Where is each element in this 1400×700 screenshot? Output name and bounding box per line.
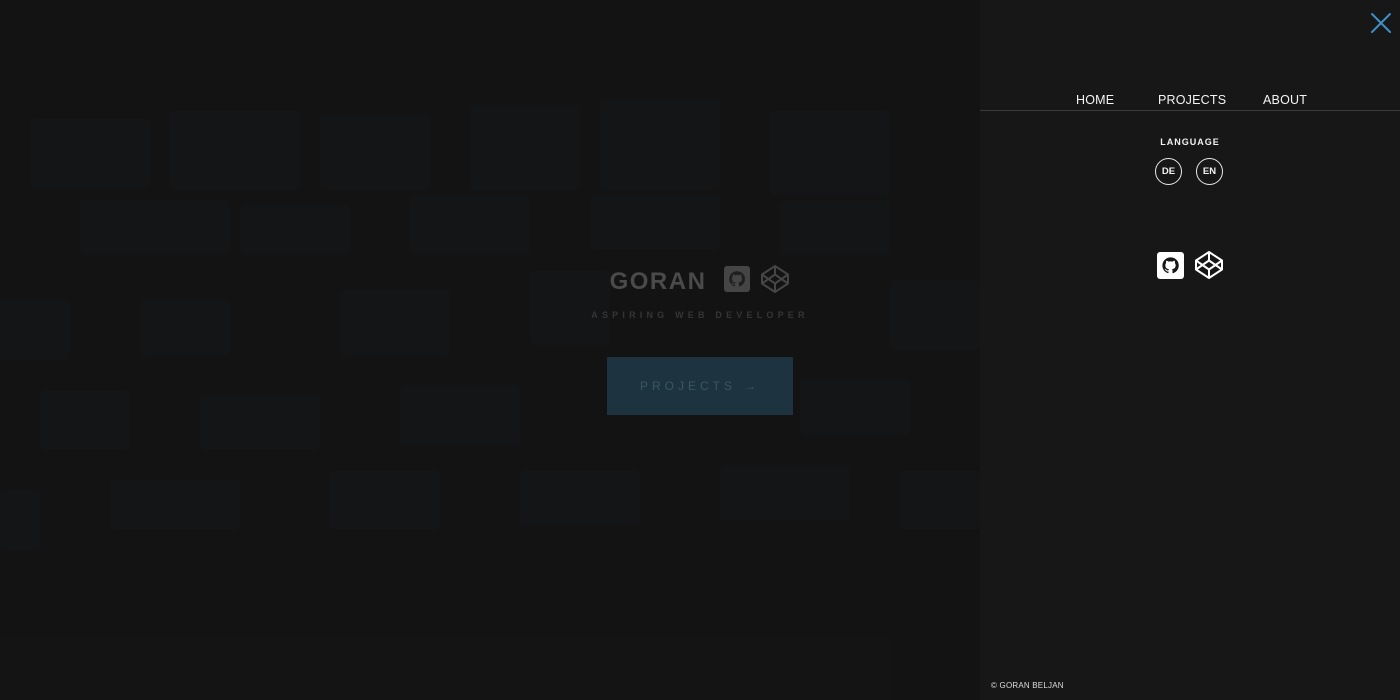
site-title: GORAN (609, 267, 707, 295)
copyright: © GORAN BELJAN (991, 681, 1064, 690)
projects-cta-button[interactable]: PROJECTS → (607, 357, 793, 415)
github-icon[interactable] (724, 266, 751, 297)
language-de-button[interactable]: DE (1155, 158, 1182, 185)
arrow-right-icon: → (744, 379, 760, 393)
main-nav: HOME PROJECTS ABOUT (980, 0, 1400, 111)
nav-link-about[interactable]: ABOUT (1263, 93, 1307, 107)
codepen-icon[interactable] (760, 264, 790, 299)
hero-content: GORAN ASPIRING WEB DEVELOPER PROJECTS → (0, 0, 980, 700)
language-en-button[interactable]: EN (1196, 158, 1223, 185)
language-label: LANGUAGE (1160, 137, 1220, 147)
nav-link-home[interactable]: HOME (1076, 93, 1114, 107)
github-icon[interactable] (1156, 251, 1184, 284)
social-links (980, 250, 1400, 285)
side-menu-panel: HOME PROJECTS ABOUT LANGUAGE DE EN © GOR… (980, 0, 1400, 700)
projects-cta-label: PROJECTS (639, 379, 736, 393)
codepen-icon[interactable] (1194, 250, 1224, 285)
nav-link-projects[interactable]: PROJECTS (1158, 93, 1226, 107)
